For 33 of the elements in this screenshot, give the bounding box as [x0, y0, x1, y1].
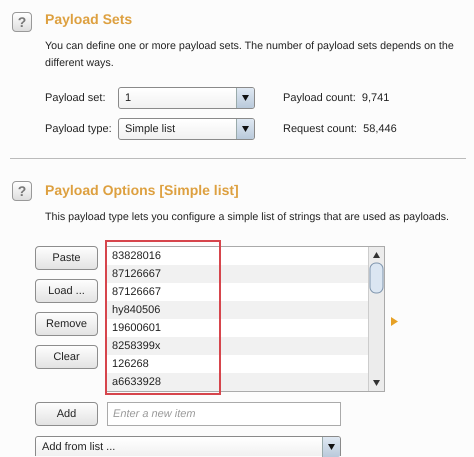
dropdown[interactable]: Simple list — [118, 118, 255, 140]
dropdown[interactable]: 1 — [118, 87, 255, 109]
dropdown-arrow-icon — [242, 95, 249, 101]
list-action-button[interactable]: Clear — [35, 345, 98, 369]
list-action-button[interactable]: Paste — [35, 246, 98, 270]
add-button[interactable]: Add — [35, 402, 98, 426]
list-item[interactable]: 8258399x — [106, 337, 368, 355]
description-text: You can define one or more payload sets. The number of payload sets depends on the — [45, 39, 454, 54]
help-button[interactable]: ? — [12, 181, 32, 201]
arrow-icon[interactable] — [391, 317, 398, 326]
list-item[interactable]: 83828016 — [106, 247, 368, 265]
field-label: Payload type: — [45, 123, 113, 135]
dropdown[interactable]: Add from list ... — [35, 436, 341, 456]
description-text: This payload type lets you configure a simple list of strings that are used as payloads. — [45, 210, 449, 225]
list-item[interactable]: 87126667 — [106, 283, 368, 301]
list-action-button[interactable]: Load ... — [35, 279, 98, 303]
list-item[interactable]: 87126667 — [106, 265, 368, 283]
info-text: Request count: 58,446 — [283, 123, 397, 135]
help-button[interactable]: ? — [12, 12, 32, 32]
section-title: Payload Options [Simple list] — [45, 183, 239, 197]
input-field[interactable]: Enter a new item — [107, 402, 341, 426]
scrollbar[interactable] — [368, 247, 384, 391]
dropdown-arrow-icon — [328, 444, 335, 450]
list-action-button[interactable]: Remove — [35, 312, 98, 336]
field-label: Payload set: — [45, 92, 107, 104]
info-text: Payload count: 9,741 — [283, 92, 390, 104]
list-item[interactable]: 126268 — [106, 355, 368, 373]
list-item[interactable]: hy840506 — [106, 301, 368, 319]
description-text: different ways. — [45, 56, 114, 71]
dropdown-arrow-icon — [242, 126, 249, 132]
section-title: Payload Sets — [45, 12, 132, 26]
list-item[interactable]: a6633928 — [106, 373, 368, 391]
list-item[interactable]: 19600601 — [106, 319, 368, 337]
